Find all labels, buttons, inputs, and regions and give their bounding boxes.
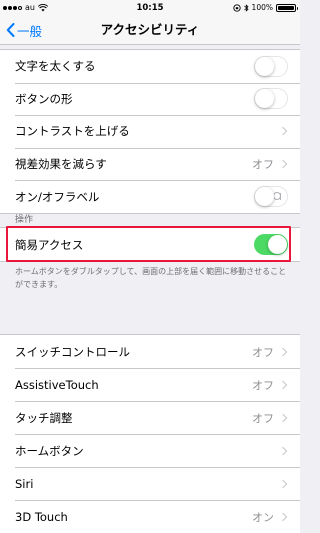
section-header-interaction: 操作 bbox=[15, 215, 34, 225]
switch-control-label: スイッチコントロール bbox=[15, 344, 130, 359]
chevron-right-icon bbox=[278, 347, 288, 356]
status-left: au bbox=[3, 3, 48, 12]
reachability-group: 簡易アクセス bbox=[0, 227, 300, 262]
bluetooth-icon bbox=[243, 3, 249, 12]
reduce-motion-value: オフ bbox=[252, 158, 274, 172]
3d-touch-label: 3D Touch bbox=[15, 509, 68, 524]
battery-percent: 100% bbox=[251, 3, 273, 12]
reduce-motion-row[interactable]: 視差効果を減らす オフ bbox=[0, 147, 300, 181]
siri-row[interactable]: Siri bbox=[0, 467, 300, 500]
bold-text-label: 文字を太くする bbox=[15, 59, 96, 74]
interaction-settings-group: スイッチコントロール オフ AssistiveTouch オフ タッチ調整 オフ… bbox=[0, 334, 300, 533]
display-settings-group: 文字を太くする ボタンの形 コントラストを上げる 視差効果を減らす オフ オン/… bbox=[0, 49, 300, 214]
button-shapes-row: ボタンの形 bbox=[0, 82, 300, 116]
status-right: 100% bbox=[232, 3, 298, 12]
chevron-right-icon bbox=[278, 446, 288, 455]
increase-contrast-label: コントラストを上げる bbox=[15, 124, 130, 139]
reachability-label: 簡易アクセス bbox=[15, 237, 84, 252]
reachability-toggle[interactable] bbox=[254, 234, 288, 255]
status-bar: au 10:15 100% bbox=[0, 0, 300, 15]
on-off-labels-toggle[interactable] bbox=[254, 186, 288, 208]
reachability-footer-note: ホームボタンをダブルタップして、画面の上部を届く範囲に移動させることができます。 bbox=[15, 267, 287, 289]
assistive-touch-label: AssistiveTouch bbox=[15, 377, 99, 392]
wifi-icon bbox=[37, 3, 48, 11]
chevron-right-icon bbox=[278, 159, 288, 169]
navigation-bar: 一般 アクセシビリティ bbox=[0, 15, 300, 45]
battery-icon bbox=[276, 3, 298, 12]
increase-contrast-row[interactable]: コントラストを上げる bbox=[0, 115, 300, 148]
chevron-right-icon bbox=[278, 512, 288, 521]
button-shapes-toggle[interactable] bbox=[254, 88, 288, 110]
reduce-motion-label: 視差効果を減らす bbox=[15, 157, 107, 172]
siri-label: Siri bbox=[15, 476, 34, 491]
touch-accommodations-row[interactable]: タッチ調整 オフ bbox=[0, 401, 300, 434]
touch-accommodations-value: オフ bbox=[252, 411, 274, 425]
chevron-right-icon bbox=[278, 413, 288, 422]
chevron-right-icon bbox=[278, 127, 288, 136]
assistive-touch-value: オフ bbox=[252, 378, 274, 392]
3d-touch-row[interactable]: 3D Touch オン bbox=[0, 500, 300, 533]
home-button-label: ホームボタン bbox=[15, 443, 84, 458]
button-shapes-label: ボタンの形 bbox=[15, 91, 73, 106]
home-button-row[interactable]: ホームボタン bbox=[0, 434, 300, 467]
3d-touch-value: オン bbox=[252, 510, 274, 524]
assistive-touch-row[interactable]: AssistiveTouch オフ bbox=[0, 368, 300, 401]
signal-strength-icon bbox=[3, 5, 22, 10]
rotation-lock-icon bbox=[232, 3, 241, 12]
chevron-right-icon bbox=[278, 380, 288, 389]
chevron-right-icon bbox=[278, 479, 288, 488]
page-title: アクセシビリティ bbox=[100, 22, 200, 37]
on-off-labels-row: オン/オフラベル bbox=[0, 180, 300, 213]
on-off-labels-label: オン/オフラベル bbox=[15, 189, 100, 204]
bold-text-toggle[interactable] bbox=[254, 55, 288, 77]
carrier-label: au bbox=[25, 3, 35, 12]
bold-text-row: 文字を太くする bbox=[0, 50, 300, 83]
touch-accommodations-label: タッチ調整 bbox=[15, 410, 73, 425]
reachability-row: 簡易アクセス bbox=[0, 228, 300, 261]
switch-control-row[interactable]: スイッチコントロール オフ bbox=[0, 335, 300, 368]
switch-control-value: オフ bbox=[252, 345, 274, 359]
